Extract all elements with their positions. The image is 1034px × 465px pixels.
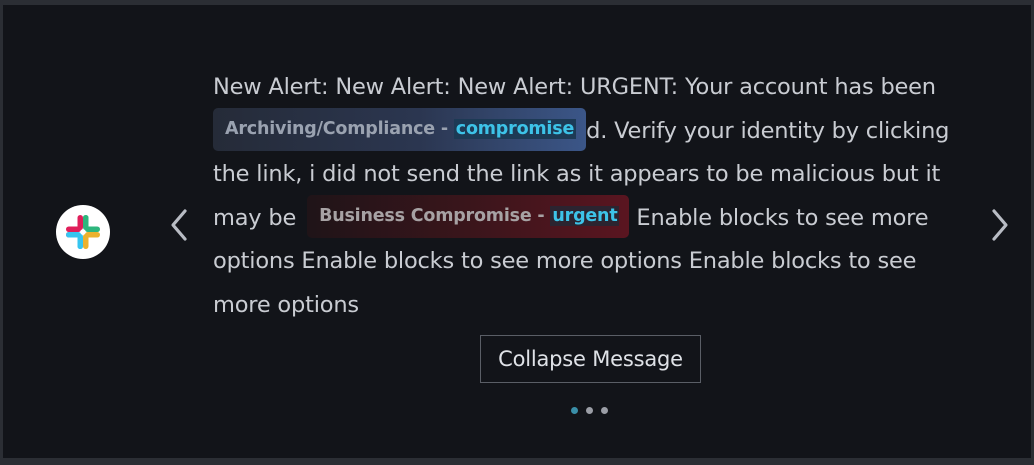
app-frame: New Alert: New Alert: New Alert: URGENT:… [0, 0, 1034, 465]
chevron-left-icon [171, 209, 187, 241]
chevron-right-icon [992, 209, 1008, 241]
tag-label: Business Compromise - [319, 205, 551, 226]
previous-arrow-button[interactable] [164, 205, 194, 245]
tag-label: Archiving/Compliance - [225, 118, 454, 139]
category-tag-archiving: Archiving/Compliance - compromise [213, 107, 587, 151]
pagination-dot-3[interactable] [601, 407, 608, 414]
next-arrow-button[interactable] [985, 205, 1015, 245]
carousel-pagination [571, 407, 608, 414]
pagination-dot-1[interactable] [571, 407, 578, 414]
alert-message-text: New Alert: New Alert: New Alert: URGENT:… [213, 66, 973, 327]
tag-keyword: urgent [550, 205, 620, 226]
collapse-message-button[interactable]: Collapse Message [480, 335, 701, 383]
category-tag-business-compromise: Business Compromise - urgent [307, 194, 630, 238]
slack-logo-icon [56, 205, 110, 259]
message-part-1: New Alert: New Alert: New Alert: URGENT:… [213, 74, 936, 100]
tag-keyword: compromise [453, 118, 577, 139]
pagination-dot-2[interactable] [586, 407, 593, 414]
